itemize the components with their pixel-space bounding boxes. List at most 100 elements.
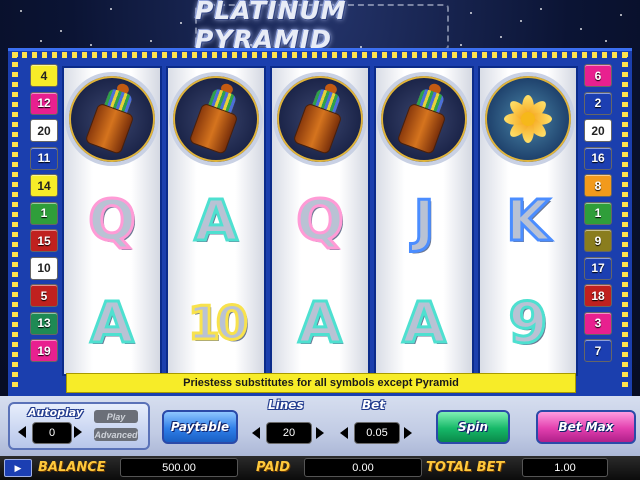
frame-lights-right	[622, 52, 628, 392]
urn-icon	[169, 72, 263, 166]
payline-number: 11	[37, 151, 51, 165]
payline-button-left[interactable]: 1	[30, 201, 58, 225]
paid-value: 0.00	[304, 458, 422, 477]
payline-button-left[interactable]: 13	[30, 311, 58, 335]
autoplay-panel: Autoplay 0 Play Advanced	[8, 402, 150, 450]
symbol-q: Q	[87, 187, 138, 255]
payline-button-left[interactable]: 11	[30, 146, 58, 170]
payline-number: 14	[37, 178, 51, 193]
payline-button-left[interactable]: 12	[30, 91, 58, 115]
payline-number: 8	[594, 178, 602, 193]
star	[150, 40, 152, 42]
star	[60, 30, 62, 32]
reel-cell	[168, 68, 264, 170]
star	[40, 40, 42, 42]
autoplay-decrease-arrow-icon[interactable]	[18, 426, 26, 438]
frame-lights-left	[12, 52, 18, 392]
symbol-q: Q	[295, 187, 346, 255]
symbol-k: K	[505, 187, 551, 255]
payline-number: 2	[594, 96, 602, 110]
payline-number: 17	[591, 261, 605, 275]
payline-button-right[interactable]: 9	[584, 229, 612, 252]
lines-value: 20	[266, 422, 312, 444]
lines-label: Lines	[268, 398, 304, 412]
autoplay-advanced-button[interactable]: Advanced	[94, 428, 138, 441]
star	[620, 14, 622, 16]
autoplay-increase-arrow-icon[interactable]	[74, 426, 82, 438]
game-stage: PLATINUM PYRAMID 4 12 20 11 14 1 15 10 5 13 19 622…	[0, 0, 640, 480]
balance-value: 500.00	[120, 458, 238, 477]
bet-label: Bet	[362, 398, 386, 412]
symbol-a: A	[401, 289, 447, 357]
reel-1: QA	[62, 66, 162, 376]
bet-value: 0.05	[354, 422, 400, 444]
payline-number: 4	[40, 68, 48, 83]
payline-number: 16	[591, 151, 605, 165]
payline-button-right[interactable]: 6	[584, 64, 612, 87]
reel-2: A 10	[166, 66, 266, 376]
payline-button-right[interactable]: 17	[584, 256, 612, 280]
star	[110, 8, 112, 10]
paytable-button[interactable]: Paytable	[162, 410, 238, 444]
total-bet-value: 1.00	[522, 458, 608, 477]
payline-number: 7	[594, 343, 602, 358]
urn-icon	[273, 72, 367, 166]
lines-decrease-arrow-icon[interactable]	[252, 427, 260, 439]
bet-max-button[interactable]: Bet Max	[536, 410, 636, 444]
urn-icon	[377, 72, 471, 166]
autoplay-play-button[interactable]: Play	[94, 410, 138, 423]
payline-number: 20	[591, 123, 605, 138]
star	[520, 20, 522, 22]
game-title-logo: PLATINUM PYRAMID	[195, 0, 445, 54]
symbol-j: J	[412, 187, 436, 255]
payline-button-left[interactable]: 15	[30, 229, 58, 252]
payline-number: 18	[591, 288, 605, 303]
payline-number: 20	[37, 123, 51, 138]
autoplay-label: Autoplay	[28, 406, 84, 419]
payline-button-right[interactable]: 7	[584, 339, 612, 362]
payline-number: 15	[37, 233, 51, 248]
star	[500, 36, 502, 38]
lines-increase-arrow-icon[interactable]	[316, 427, 324, 439]
payline-button-right[interactable]: 1	[584, 201, 612, 225]
payline-button-left[interactable]: 10	[30, 256, 58, 280]
symbol-a: A	[297, 289, 343, 357]
star	[460, 44, 462, 46]
payline-number: 5	[40, 288, 48, 303]
lotus-icon	[481, 72, 575, 166]
star	[580, 28, 582, 30]
total-bet-label: TOTAL BET	[426, 459, 505, 475]
payline-button-right[interactable]: 2	[584, 91, 612, 115]
payline-number: 1	[594, 206, 602, 220]
reel-3: QA	[270, 66, 370, 376]
star	[180, 22, 182, 24]
payline-button-right[interactable]: 8	[584, 174, 612, 197]
control-panel: Autoplay 0 Play Advanced Paytable Lines …	[0, 396, 640, 458]
payline-button-left[interactable]: 4	[30, 64, 58, 87]
payline-number: 12	[37, 96, 51, 110]
payline-number: 3	[594, 316, 602, 330]
symbol-10: 10	[186, 295, 249, 352]
payline-button-left[interactable]: 14	[30, 174, 58, 197]
payline-button-left[interactable]: 5	[30, 284, 58, 307]
menu-play-icon[interactable]: ▶	[4, 459, 32, 477]
payline-button-right[interactable]: 18	[584, 284, 612, 307]
payline-button-right[interactable]: 16	[584, 146, 612, 170]
payline-button-left[interactable]: 19	[30, 339, 58, 362]
payline-button-left[interactable]: 20	[30, 119, 58, 142]
payline-number: 13	[37, 316, 51, 330]
reel-cell	[64, 68, 160, 170]
frame-lights-top	[12, 52, 628, 58]
autoplay-count[interactable]: 0	[32, 422, 72, 444]
bet-increase-arrow-icon[interactable]	[404, 427, 412, 439]
spin-button[interactable]: Spin	[436, 410, 510, 444]
payline-button-right[interactable]: 20	[584, 119, 612, 142]
reel-cell: Q	[64, 170, 160, 272]
payline-number: 10	[37, 261, 51, 275]
payline-button-right[interactable]: 3	[584, 311, 612, 335]
reel-4: JA	[374, 66, 474, 376]
reel-cell: A	[168, 170, 264, 272]
reel-cell	[272, 68, 368, 170]
bet-decrease-arrow-icon[interactable]	[340, 427, 348, 439]
star	[20, 10, 22, 12]
